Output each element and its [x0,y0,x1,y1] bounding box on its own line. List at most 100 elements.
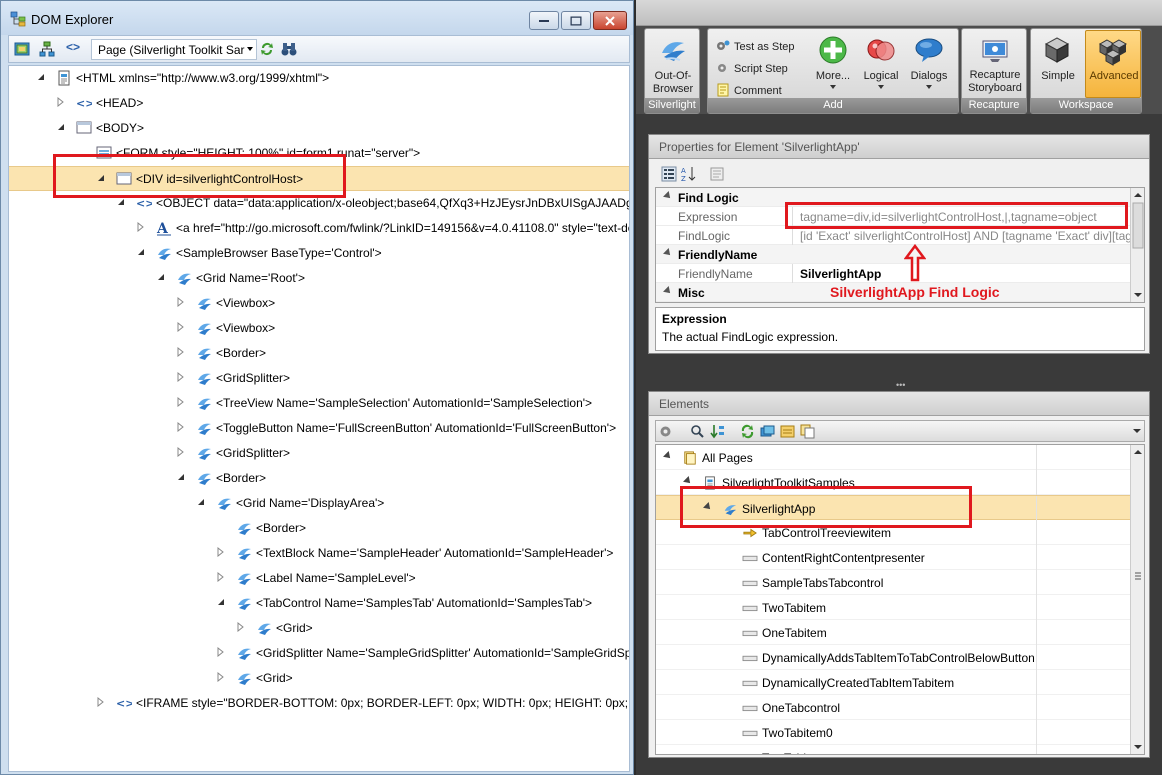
folder-icon[interactable] [780,424,795,439]
refresh-icon[interactable] [259,41,275,57]
elements-tree-scrollbar[interactable] [1130,445,1144,754]
expanded-triangle-icon[interactable] [663,286,673,296]
dom-tree-row[interactable]: <SampleBrowser BaseType='Control'> [9,241,629,266]
more-button[interactable]: More... [808,70,858,83]
expanded-triangle-icon[interactable] [156,272,166,282]
collapsed-triangle-icon[interactable] [176,447,186,457]
dom-tree-row[interactable]: <Grid Name='DisplayArea'> [9,491,629,516]
binoculars-icon[interactable] [281,41,297,57]
expanded-triangle-icon[interactable] [663,248,673,258]
dom-tree-row[interactable]: <TextBlock Name='SampleHeader' Automatio… [9,541,629,566]
collapsed-triangle-icon[interactable] [56,97,66,107]
dom-tree-row[interactable]: <> <IFRAME style="BORDER-BOTTOM: 0px; BOR… [9,691,629,716]
expanded-triangle-icon[interactable] [176,472,186,482]
expanded-triangle-icon[interactable] [663,191,673,201]
search-icon[interactable] [690,424,705,439]
hierarchy-icon[interactable] [39,41,55,57]
expanded-triangle-icon[interactable] [116,197,126,207]
dom-tree-row[interactable]: <TreeView Name='SampleSelection' Automat… [9,391,629,416]
element-row[interactable]: DynamicallyAddsTabItemToTabControlBelowB… [656,645,1132,670]
element-row[interactable]: OneTabcontrol [656,695,1132,720]
collapsed-triangle-icon[interactable] [236,622,246,632]
collapsed-triangle-icon[interactable] [136,222,146,232]
collapsed-triangle-icon[interactable] [216,647,226,657]
advanced-workspace-button[interactable]: Advanced [1085,30,1141,98]
dom-tree-row[interactable]: <TabControl Name='SamplesTab' Automation… [9,591,629,616]
dom-tree-row[interactable]: <Viewbox> [9,316,629,341]
refresh-icon[interactable] [740,424,755,439]
expanded-triangle-icon[interactable] [196,497,206,507]
dom-tree-row[interactable]: <GridSplitter> [9,441,629,466]
sort-down-icon[interactable] [710,424,725,439]
element-row[interactable]: TwoTabitem [656,595,1132,620]
layers-icon[interactable] [760,424,775,439]
categorized-icon[interactable] [661,166,677,182]
dialogs-button[interactable]: Dialogs [904,70,954,83]
collapsed-triangle-icon[interactable] [176,422,186,432]
element-row[interactable]: DynamicallyCreatedTabItemTabitem [656,670,1132,695]
collapsed-triangle-icon[interactable] [176,347,186,357]
maximize-button[interactable] [561,11,591,30]
dom-tree-row[interactable]: <Grid> [9,666,629,691]
dom-tree-row[interactable]: <BODY> [9,116,629,141]
collapsed-triangle-icon[interactable] [176,322,186,332]
dom-tree-row[interactable]: <Grid Name='Root'> [9,266,629,291]
element-row[interactable]: All Pages [656,445,1132,470]
minimize-button[interactable] [529,11,559,30]
dom-tree-row[interactable]: <Border> [9,341,629,366]
dom-tree-row[interactable]: <Border> [9,466,629,491]
property-value[interactable]: SilverlightApp [800,267,1130,281]
dom-tree-row[interactable]: <> <HEAD> [9,91,629,116]
close-button[interactable] [593,11,627,30]
expanded-triangle-icon[interactable] [36,72,46,82]
dom-tree-row[interactable]: <Grid> [9,616,629,641]
dom-tree-row[interactable]: <GridSplitter> [9,366,629,391]
copy-icon[interactable] [800,424,815,439]
dom-tree-row[interactable]: <GridSplitter Name='SampleGridSplitter' … [9,641,629,666]
collapsed-triangle-icon[interactable] [216,572,226,582]
collapsed-triangle-icon[interactable] [176,372,186,382]
property-pages-icon[interactable] [709,166,725,182]
collapsed-triangle-icon[interactable] [216,547,226,557]
dom-explorer-titlebar[interactable]: DOM Explorer [1,1,633,35]
element-row[interactable]: TwoTabitem [656,745,1132,754]
dom-tree-row[interactable]: <ToggleButton Name='FullScreenButton' Au… [9,416,629,441]
collapsed-triangle-icon[interactable] [176,297,186,307]
dom-node-label: <HEAD> [96,96,144,110]
simple-workspace-button[interactable]: Simple [1033,70,1083,83]
element-row[interactable]: TwoTabitem0 [656,720,1132,745]
element-row[interactable]: OneTabitem [656,620,1132,645]
property-value[interactable]: [id 'Exact' silverlightControlHost] AND … [800,229,1130,243]
property-row[interactable]: FriendlyName SilverlightApp [656,264,1132,283]
logical-button[interactable]: Logical [856,70,906,83]
expanded-triangle-icon[interactable] [216,597,226,607]
dom-tree-row[interactable]: <Border> [9,516,629,541]
settings-icon[interactable] [658,424,673,439]
sort-alphabetical-icon[interactable]: A Z [681,166,697,182]
collapsed-triangle-icon[interactable] [216,672,226,682]
property-category[interactable]: FriendlyName [656,245,1132,264]
out-of-browser-button[interactable]: Out-Of- Browser [647,70,699,96]
expanded-triangle-icon[interactable] [56,122,66,132]
collapsed-triangle-icon[interactable] [96,697,106,707]
expanded-triangle-icon[interactable] [663,451,673,461]
script-step-button[interactable]: Script Step [716,61,788,75]
element-row[interactable]: SampleTabsTabcontrol [656,570,1132,595]
dom-tree-row[interactable]: <HTML xmlns="http://www.w3.org/1999/xhtm… [9,66,629,91]
recapture-storyboard-button[interactable]: Recapture Storyboard [964,69,1026,95]
expanded-triangle-icon[interactable] [683,476,693,486]
dom-tree-row[interactable]: A <a href="http://go.microsoft.com/fwlink… [9,216,629,241]
splitter-grip-icon[interactable]: ••• [896,380,905,390]
collapsed-triangle-icon[interactable] [176,397,186,407]
dom-tree-row[interactable]: <Viewbox> [9,291,629,316]
dom-tree-row[interactable]: <Label Name='SampleLevel'> [9,566,629,591]
test-as-step-button[interactable]: Test as Step [716,39,795,53]
layers-icon[interactable] [14,41,30,57]
toolbar-overflow-icon[interactable] [1132,426,1142,436]
code-tag-icon[interactable]: <> [66,40,82,56]
element-row[interactable]: ContentRightContentpresenter [656,545,1132,570]
page-select-dropdown[interactable]: Page (Silverlight Toolkit Sar [91,39,257,60]
comment-button[interactable]: Comment [716,83,782,97]
property-grid-scrollbar[interactable] [1130,188,1144,302]
expanded-triangle-icon[interactable] [136,247,146,257]
